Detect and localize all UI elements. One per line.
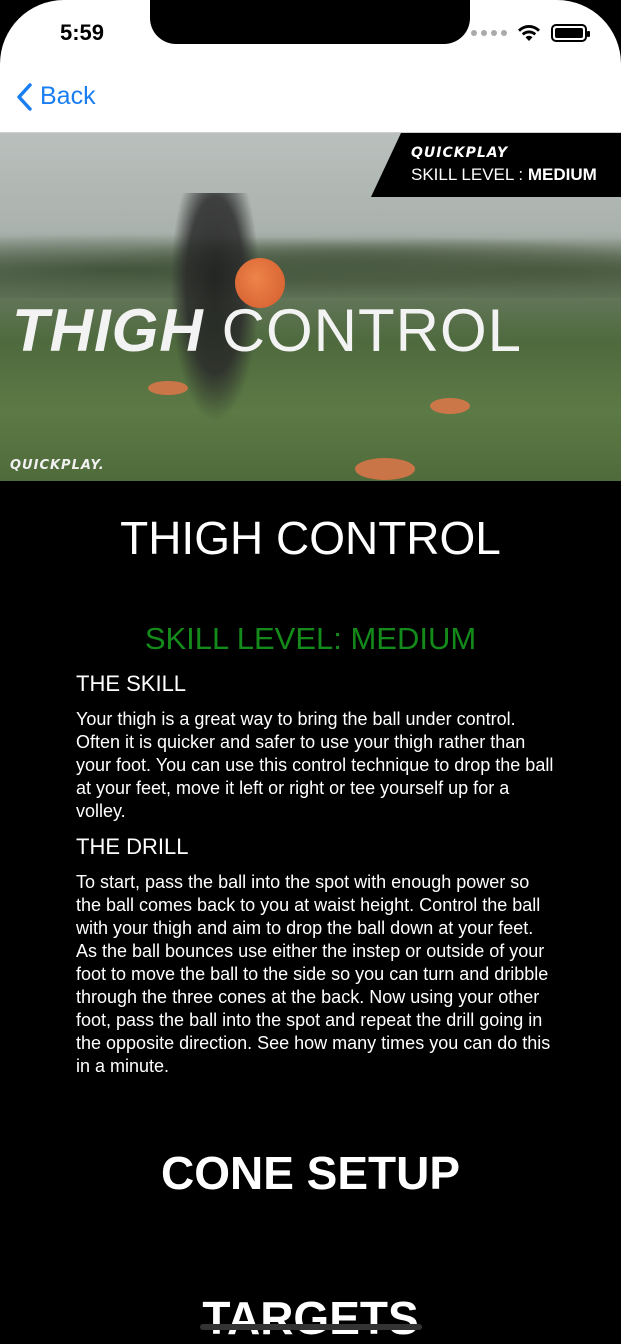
badge-brand: QUICKPLAY: [411, 145, 509, 161]
phone-screen: 5:59 Back QUICKPLAY SKILL LEVEL: MEDIUM…: [0, 0, 621, 1344]
cone-setup-heading: CONE SETUP: [160, 1147, 461, 1199]
targets-heading: TARGETS: [202, 1292, 419, 1344]
hero-title: THIGH CONTROL: [12, 301, 522, 361]
battery-icon: [551, 24, 590, 42]
drill-heading: THE DRILL: [76, 834, 189, 859]
skill-text: Your thigh is a great way to bring the b…: [76, 709, 554, 821]
navigation-bar: Back: [0, 70, 621, 132]
badge-level-prefix: SKILL LEVEL :: [411, 165, 528, 184]
status-bar: 5:59: [0, 0, 621, 66]
drill-title: THIGH CONTROL: [120, 512, 501, 564]
hero-brand: QUICKPLAY.: [10, 458, 105, 473]
back-label: Back: [40, 82, 96, 110]
background-trees: [0, 228, 621, 298]
badge-level-value: MEDIUM: [527, 165, 597, 184]
signal-icon: [471, 30, 507, 36]
cone-image: [148, 381, 188, 395]
back-button[interactable]: Back: [16, 82, 96, 111]
wifi-icon: [518, 25, 540, 41]
badge-level: SKILL LEVEL : MEDIUM: [411, 165, 599, 185]
home-indicator[interactable]: [200, 1324, 422, 1330]
top-bar: 5:59 Back: [0, 0, 621, 133]
skill-level: SKILL LEVEL: MEDIUM: [144, 621, 477, 656]
hero-title-part1: THIGH: [12, 297, 204, 364]
cone-image: [430, 398, 470, 414]
drill-video-thumbnail[interactable]: QUICKPLAY SKILL LEVEL : MEDIUM THIGH CONT…: [0, 133, 621, 481]
cone-image: [355, 458, 415, 480]
skill-heading: THE SKILL: [76, 671, 187, 696]
hero-title-part2: CONTROL: [221, 297, 523, 364]
notch: [150, 0, 470, 44]
status-icons: [471, 24, 590, 42]
chevron-left-icon: [17, 82, 32, 111]
drill-text: To start, pass the ball into the spot wi…: [76, 872, 551, 1076]
status-time: 5:59: [60, 20, 105, 45]
skill-badge: QUICKPLAY SKILL LEVEL : MEDIUM: [371, 133, 621, 197]
